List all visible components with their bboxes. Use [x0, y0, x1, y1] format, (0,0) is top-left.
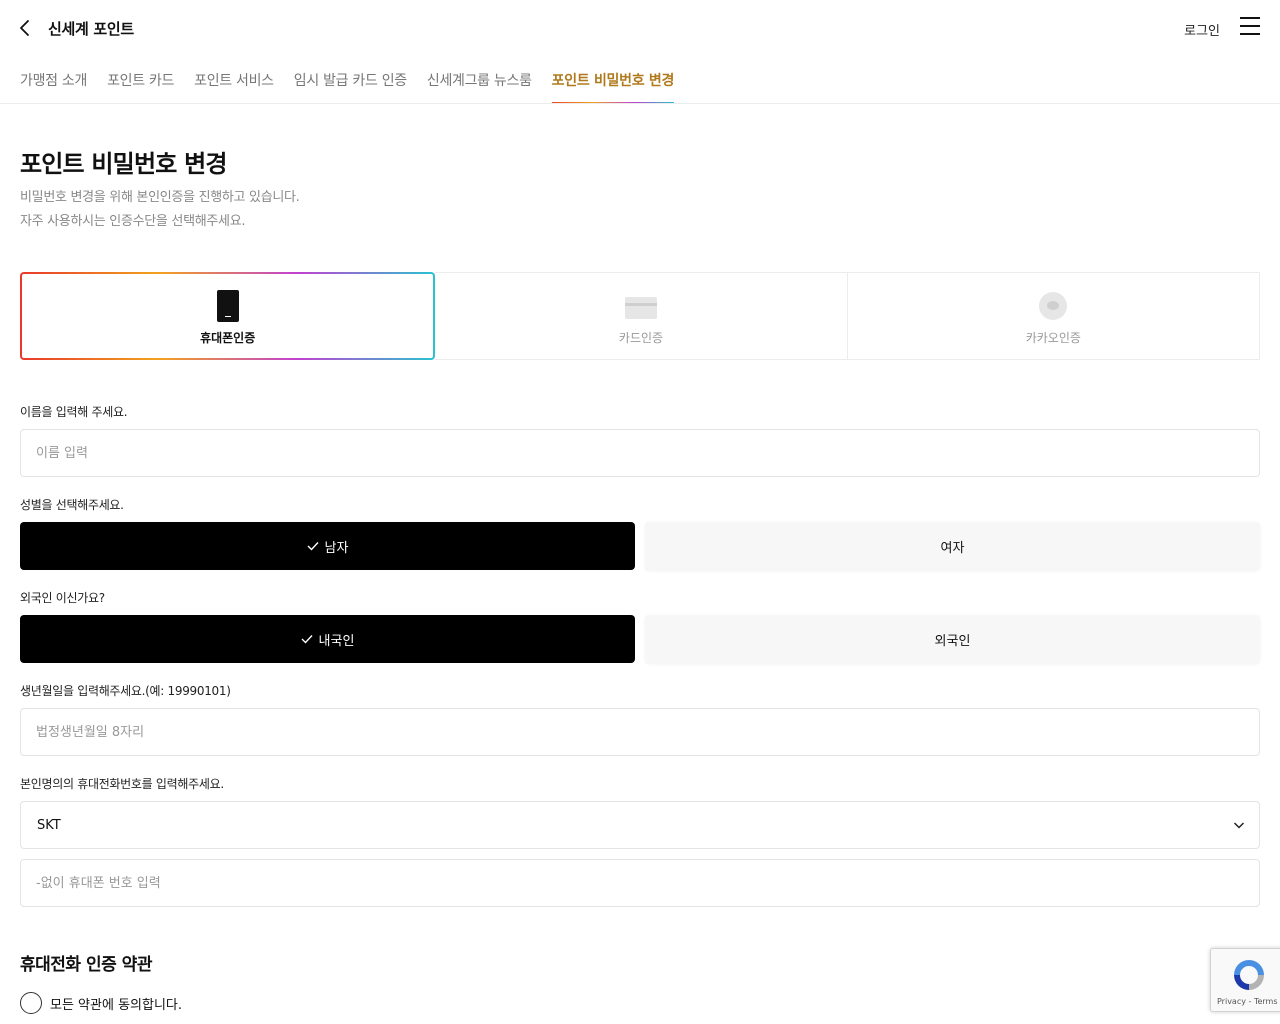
login-link[interactable]: 로그인: [1184, 20, 1220, 39]
name-label: 이름을 입력해 주세요.: [20, 405, 128, 419]
tab-point-card[interactable]: 포인트 카드: [107, 58, 174, 104]
back-arrow-icon[interactable]: [14, 16, 36, 40]
terms-title: 휴대전화 인증 약관: [20, 955, 152, 975]
agree-all-option[interactable]: 모든 약관에 동의합니다.: [20, 991, 182, 1015]
tab-point-service[interactable]: 포인트 서비스: [194, 58, 274, 104]
carrier-select[interactable]: SKT: [20, 801, 1260, 849]
foreign-label: 외국인: [934, 633, 971, 649]
page-description: 비밀번호 변경을 위해 본인인증을 진행하고 있습니다. 자주 사용하시는 인증…: [20, 186, 300, 234]
gender-female-label: 여자: [940, 540, 965, 556]
chevron-down-icon: [1233, 822, 1245, 829]
gender-male-label: 남자: [324, 540, 349, 556]
auth-method-selector: 휴대폰인증 카드인증 카카오인증: [20, 272, 1260, 360]
description-line-2: 자주 사용하시는 인증수단을 선택해주세요.: [20, 214, 246, 229]
tab-store-intro[interactable]: 가맹점 소개: [20, 58, 87, 104]
tab-temp-card-auth[interactable]: 임시 발급 카드 인증: [294, 58, 407, 104]
domestic-button[interactable]: 내국인: [20, 615, 635, 663]
check-icon: [301, 635, 313, 644]
description-line-1: 비밀번호 변경을 위해 본인인증을 진행하고 있습니다.: [20, 190, 300, 205]
check-icon: [307, 542, 319, 551]
page-title: 포인트 비밀번호 변경: [20, 150, 227, 178]
foreigner-options: 내국인 외국인: [20, 615, 1260, 663]
foreign-button[interactable]: 외국인: [645, 615, 1260, 663]
tab-divider: [0, 103, 1280, 104]
auth-method-card[interactable]: 카드인증: [435, 272, 848, 360]
gender-label: 성별을 선택해주세요.: [20, 498, 124, 512]
foreigner-label: 외국인 이신가요?: [20, 591, 105, 605]
card-icon: [624, 297, 657, 319]
site-title[interactable]: 신세계 포인트: [48, 18, 134, 39]
recaptcha-links[interactable]: Privacy - Terms: [1217, 997, 1278, 1006]
gender-options: 남자 여자: [20, 522, 1260, 570]
tab-password-change[interactable]: 포인트 비밀번호 변경: [551, 58, 675, 104]
agree-all-radio[interactable]: [20, 992, 42, 1014]
auth-method-phone[interactable]: 휴대폰인증: [20, 272, 435, 360]
phone-label: 본인명의의 휴대전화번호를 입력해주세요.: [20, 777, 224, 791]
kakao-icon: [1039, 292, 1068, 320]
auth-method-label: 휴대폰인증: [200, 331, 256, 345]
phone-number-input[interactable]: [20, 859, 1260, 907]
carrier-selected-value: SKT: [37, 818, 61, 833]
domestic-label: 내국인: [318, 633, 355, 649]
birthdate-input[interactable]: [20, 708, 1260, 756]
gender-male-button[interactable]: 남자: [20, 522, 635, 570]
gender-female-button[interactable]: 여자: [645, 522, 1260, 570]
name-input[interactable]: [20, 429, 1260, 477]
nav-tabs: 가맹점 소개 포인트 카드 포인트 서비스 임시 발급 카드 인증 신세계그룹 …: [20, 58, 675, 104]
top-bar: 신세계 포인트 로그인: [0, 0, 1280, 56]
phone-icon: [216, 290, 239, 322]
auth-method-label: 카카오인증: [1025, 331, 1081, 345]
hamburger-menu-icon[interactable]: [1240, 17, 1260, 37]
recaptcha-icon: [1234, 960, 1264, 990]
birth-label: 생년월일을 입력해주세요.(예: 19990101): [20, 684, 231, 698]
auth-method-kakao[interactable]: 카카오인증: [847, 272, 1260, 360]
auth-method-label: 카드인증: [618, 331, 664, 345]
tab-newsroom[interactable]: 신세계그룹 뉴스룸: [427, 58, 532, 104]
agree-all-label: 모든 약관에 동의합니다.: [50, 997, 182, 1013]
recaptcha-badge[interactable]: Privacy - Terms: [1210, 948, 1280, 1012]
